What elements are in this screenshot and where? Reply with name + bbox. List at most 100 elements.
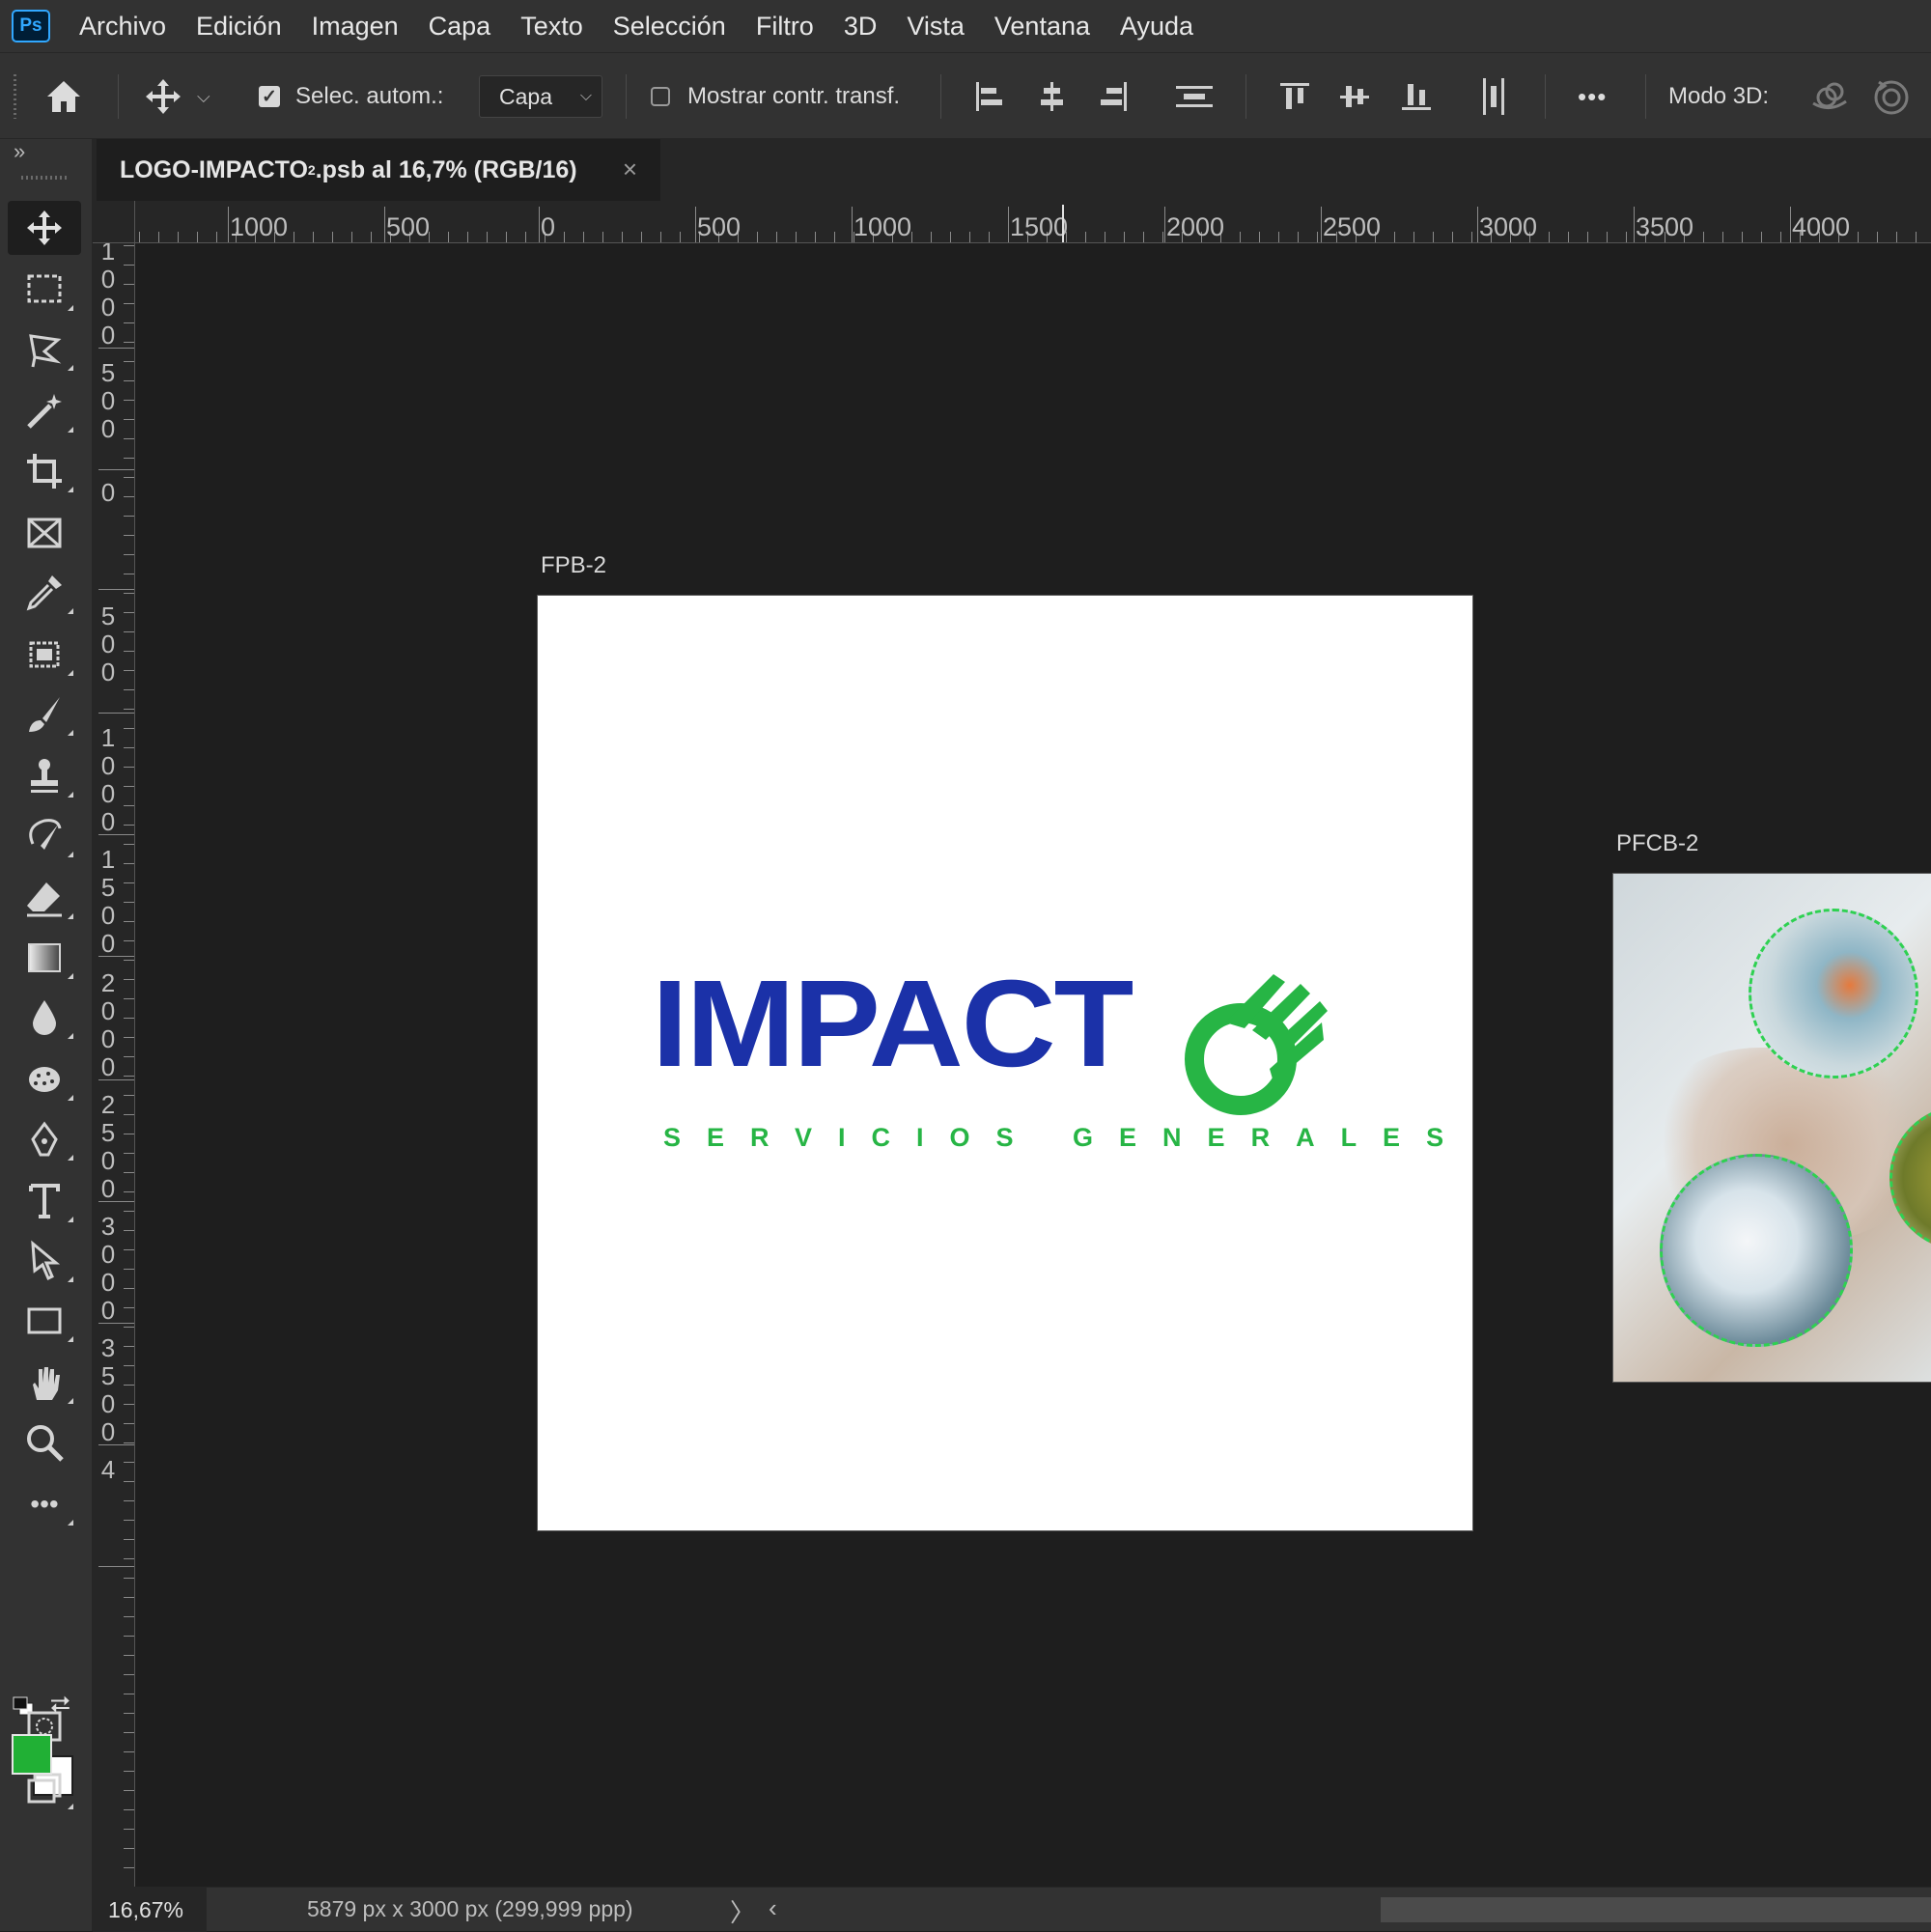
document-name-superscript: 2 (307, 162, 316, 178)
ruler-h-label: 500 (697, 212, 742, 241)
move-icon (146, 79, 181, 114)
blur-tool[interactable] (8, 991, 81, 1045)
chevron-down-icon: ⌵ (579, 88, 592, 104)
move-tool-preset-button[interactable]: ⌵ (143, 53, 210, 140)
menu-ayuda[interactable]: Ayuda (1120, 12, 1193, 42)
orbit-icon (1812, 82, 1847, 109)
scroll-left-icon[interactable]: ‹ (769, 1893, 777, 1923)
status-menu-arrow-icon[interactable]: 〉 (730, 1893, 755, 1929)
zoom-level-field[interactable]: 16,67% (93, 1888, 207, 1932)
menu-seleccion[interactable]: Selección (613, 12, 726, 42)
options-grip[interactable] (14, 74, 16, 119)
align-center-icon (1041, 82, 1063, 111)
menu-ventana[interactable]: Ventana (994, 12, 1090, 42)
ruler-v-label: 1000 (100, 237, 116, 350)
menu-archivo[interactable]: Archivo (79, 12, 166, 42)
align-vertical-center-button[interactable] (1336, 53, 1373, 140)
ruler-v-label: 2500 (100, 1090, 116, 1203)
show-transform-label: Mostrar contr. transf. (687, 83, 901, 109)
distribute-vertical-button[interactable] (1174, 53, 1215, 140)
ruler-v-label: 500 (100, 358, 116, 443)
ruler-v-label: 3500 (100, 1333, 116, 1446)
align-left-button[interactable] (971, 53, 1008, 140)
align-middle-icon (1340, 86, 1369, 107)
move-tool[interactable] (8, 201, 81, 255)
show-transform-controls-checkbox[interactable] (651, 87, 670, 106)
more-tools-button[interactable]: ••• (8, 1477, 81, 1531)
menu-capa[interactable]: Capa (429, 12, 491, 42)
rectangle-icon (27, 1307, 62, 1334)
crop-tool[interactable] (8, 444, 81, 498)
artboard-fpb[interactable]: IMPACT SERVICIOS GENERALES (537, 595, 1473, 1531)
artboard-label-pfcb[interactable]: PFCB-2 (1616, 830, 1698, 857)
dodge-tool[interactable] (8, 1052, 81, 1106)
path-selection-tool[interactable] (8, 1234, 81, 1288)
horizontal-ruler[interactable]: 1000 500 0 500 1000 1500 2000 2500 3000 … (93, 201, 1931, 243)
ruler-h-label: 1000 (854, 212, 912, 241)
more-options-button[interactable]: ••• (1578, 53, 1607, 140)
menu-edicion[interactable]: Edición (196, 12, 282, 42)
artboard-pfcb[interactable] (1612, 873, 1931, 1383)
ruler-v-label: 1500 (100, 845, 116, 958)
auto-select-target-dropdown[interactable]: Capa ⌵ (479, 75, 602, 118)
menu-3d[interactable]: 3D (844, 12, 878, 42)
eraser-tool[interactable] (8, 871, 81, 925)
3d-orbit-button[interactable] (1807, 53, 1852, 140)
photo-circle-cleaning-spray (1749, 909, 1918, 1078)
healing-brush-tool[interactable] (8, 628, 81, 682)
history-brush-tool[interactable] (8, 809, 81, 863)
foreground-color-swatch[interactable] (12, 1734, 52, 1775)
cursor-position-marker (1062, 205, 1064, 242)
ruler-v-label: 4 (100, 1455, 116, 1484)
menu-texto[interactable]: Texto (520, 12, 583, 42)
home-button[interactable] (42, 53, 85, 140)
gradient-tool[interactable] (8, 931, 81, 985)
hand-tool[interactable] (8, 1356, 81, 1410)
frame-icon (27, 518, 62, 548)
align-right-icon (1101, 82, 1127, 111)
distribute-horizontal-button[interactable] (1475, 53, 1512, 140)
ruler-h-label: 1000 (230, 212, 289, 241)
more-tools-icon: ••• (30, 1489, 59, 1519)
menu-filtro[interactable]: Filtro (756, 12, 814, 42)
clone-stamp-tool[interactable] (8, 749, 81, 803)
eraser-icon (27, 882, 62, 917)
frame-tool[interactable] (8, 506, 81, 560)
ruler-v-label: 0 (100, 478, 116, 507)
rectangular-marquee-tool[interactable] (8, 263, 81, 317)
type-tool[interactable] (8, 1174, 81, 1228)
zoom-tool[interactable] (8, 1415, 81, 1470)
align-right-button[interactable] (1095, 53, 1132, 140)
align-bottom-button[interactable] (1398, 53, 1435, 140)
brush-tool[interactable] (8, 687, 81, 742)
horizontal-scrollbar-thumb[interactable] (1381, 1897, 1931, 1922)
brush-icon (29, 697, 60, 732)
artboard-label-fpb[interactable]: FPB-2 (541, 552, 606, 579)
rectangle-tool[interactable] (8, 1294, 81, 1348)
menu-imagen[interactable]: Imagen (312, 12, 399, 42)
photoshop-logo-icon[interactable]: Ps (12, 10, 50, 42)
auto-select-checkbox[interactable]: ✓ (259, 86, 280, 107)
canvas-area[interactable]: FPB-2 IMPACT SERVICIOS GENERALES PFCB-2 (135, 243, 1931, 1887)
lasso-tool[interactable] (8, 322, 81, 377)
panel-collapse-icon[interactable]: » (14, 139, 25, 164)
menu-vista[interactable]: Vista (907, 12, 965, 42)
roll-icon (1874, 80, 1909, 115)
magic-wand-tool[interactable] (8, 384, 81, 438)
auto-select-label: Selec. autom.: (295, 83, 444, 109)
type-icon (29, 1184, 60, 1218)
ruler-v-major-tick (98, 589, 134, 590)
document-tab-bar: LOGO-IMPACTO 2 .psb al 16,7% (RGB/16) × (93, 139, 1931, 201)
pen-tool[interactable] (8, 1112, 81, 1166)
eyedropper-tool[interactable] (8, 566, 81, 620)
logo-o-swoosh-icon (1185, 974, 1328, 1115)
align-top-button[interactable] (1276, 53, 1313, 140)
ruler-origin[interactable] (93, 201, 135, 243)
close-tab-icon[interactable]: × (623, 154, 637, 184)
align-horizontal-center-button[interactable] (1033, 53, 1070, 140)
logo-wordmark: IMPACT (652, 955, 1133, 1093)
panel-grip[interactable] (21, 176, 70, 180)
document-tab[interactable]: LOGO-IMPACTO 2 .psb al 16,7% (RGB/16) × (97, 139, 660, 201)
3d-roll-button[interactable] (1869, 53, 1914, 140)
vertical-ruler[interactable]: 1000 500 0 500 1000 1500 2000 2500 3000 3500 4 (93, 201, 135, 1887)
